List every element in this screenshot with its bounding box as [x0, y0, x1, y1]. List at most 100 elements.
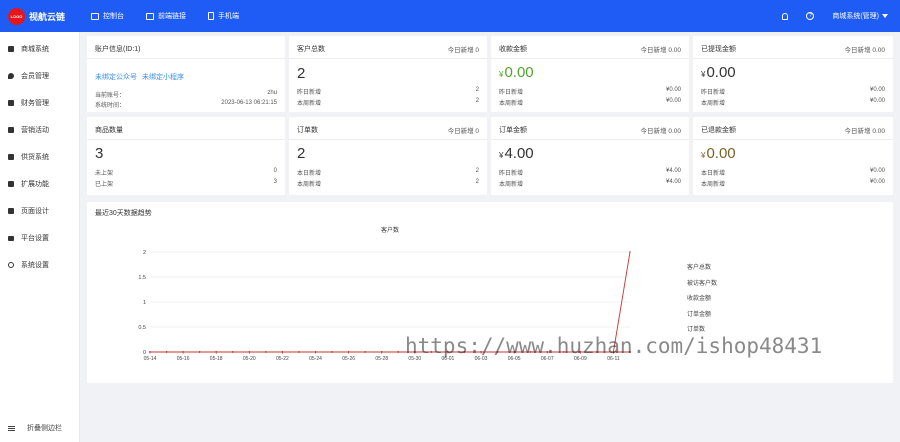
shop-icon: [8, 46, 14, 52]
sidebar-item-mall[interactable]: 商城系统: [8, 44, 49, 54]
bell-icon[interactable]: [782, 12, 789, 20]
card-title: 收款金额: [499, 46, 527, 53]
sidebar-item-supply[interactable]: 供货系统: [8, 152, 49, 162]
stat-card-orders: 订单数 今日新增 0 2 本日新增 2 本周新增 2: [289, 117, 487, 195]
sidebar-item-page-design[interactable]: 页面设计: [8, 206, 49, 216]
help-icon[interactable]: ?: [806, 12, 815, 20]
nav-label: 前端链接: [158, 13, 186, 20]
account-info-card: 账户信息(ID:1) 未绑定公众号 未绑定小程序 当前账号： zhu 系统时间： 20…: [87, 36, 285, 112]
sidebar-item-label: 营销活动: [21, 127, 49, 134]
binding-links: 未绑定公众号 未绑定小程序: [95, 72, 184, 82]
stat-card-refunded: 已退款金额 今日新增 0.00 ¥0.00 本日新增 ¥0.00 本周新增 ¥0.00: [693, 117, 893, 195]
sidebar-item-finance[interactable]: 财务管理: [8, 98, 49, 108]
legend-item[interactable]: 订单金额: [687, 308, 717, 324]
sidebar-item-label: 会员管理: [21, 73, 49, 80]
sidebar-item-label: 扩展功能: [21, 181, 49, 188]
stat-row: 本日新增 ¥0.00: [701, 168, 885, 177]
stat-row: 昨日新增 ¥4.00: [499, 168, 681, 177]
sidebar: 商城系统 会员管理 财务管理 营销活动 供货系统 扩展功能 页面设计 平台设置 …: [0, 32, 80, 442]
top-nav: 控制台 前端链接 手机端: [91, 11, 261, 21]
card-today: 今日新增 0.00: [640, 128, 681, 135]
logo-area[interactable]: LOGO 视航云链: [0, 7, 80, 25]
top-right-tools: ? 商城系统(管理): [782, 0, 888, 32]
stat-row: 本日新增 2: [297, 168, 479, 177]
card-title: 订单数: [297, 127, 318, 134]
monitor-icon: [8, 235, 14, 241]
stat-value: ¥0.00: [499, 64, 534, 81]
nav-label: 手机端: [218, 13, 239, 20]
card-title: 已提现金额: [701, 46, 736, 53]
card-today: 今日新增 0.00: [640, 47, 681, 54]
card-title: 已退款金额: [701, 127, 736, 134]
chart-section-title: 最近30天数据趋势: [95, 210, 152, 217]
card-title: 账户信息(ID:1): [95, 46, 141, 53]
stat-row: 本周新增 ¥4.00: [499, 179, 681, 188]
card-title: 商品数量: [95, 127, 123, 134]
nav-mobile[interactable]: 手机端: [208, 11, 239, 21]
stat-row: 本周新增 ¥0.00: [701, 98, 885, 107]
link-icon: [146, 12, 154, 20]
collapse-label: 折叠侧边栏: [27, 425, 62, 432]
card-today: 今日新增 0: [447, 47, 479, 54]
stat-row: 本周新增 ¥0.00: [499, 98, 681, 107]
logo-badge: LOGO: [8, 7, 25, 25]
stat-row: 未上架 0: [95, 168, 277, 177]
gift-icon: [8, 127, 14, 133]
stat-row: 本周新增 2: [297, 179, 479, 188]
sidebar-item-marketing[interactable]: 营销活动: [8, 125, 49, 135]
sidebar-item-label: 供货系统: [21, 154, 49, 161]
chevron-down-icon: [882, 14, 888, 19]
sidebar-item-label: 页面设计: [21, 208, 49, 215]
sidebar-item-label: 平台设置: [21, 235, 49, 242]
stat-row: 昨日新增 ¥0.00: [499, 87, 681, 96]
stat-card-withdrawn: 已提现金额 今日新增 0.00 ¥0.00 昨日新增 ¥0.00 本周新增 ¥0.00: [693, 36, 893, 112]
card-title: 客户总数: [297, 46, 325, 53]
sidebar-item-label: 财务管理: [21, 100, 49, 107]
bind-mini-program-link[interactable]: 未绑定小程序: [142, 74, 184, 81]
stat-row: 昨日新增 ¥0.00: [701, 87, 885, 96]
stat-card-products: 商品数量 3 未上架 0 已上架 3: [87, 117, 285, 195]
nav-dashboard[interactable]: 控制台: [91, 11, 124, 21]
sidebar-item-extensions[interactable]: 扩展功能: [8, 179, 49, 189]
stat-value: 2: [297, 145, 306, 162]
sidebar-item-members[interactable]: 会员管理: [8, 71, 49, 81]
member-icon: [8, 73, 14, 79]
account-name: 商城系统(管理): [832, 13, 879, 20]
watermark-text: https://www.huzhan.com/ishop48431: [405, 334, 823, 358]
layout-icon: [8, 208, 14, 214]
stat-row: 昨日新增 2: [297, 87, 479, 96]
stat-card-order-amount: 订单金额 今日新增 0.00 ¥4.00 昨日新增 ¥4.00 本周新增 ¥4.00: [491, 117, 689, 195]
collapse-sidebar-button[interactable]: 折叠侧边栏: [8, 423, 62, 433]
sidebar-item-system-settings[interactable]: 系统设置: [8, 260, 49, 270]
nav-frontend-link[interactable]: 前端链接: [146, 11, 186, 21]
legend-item[interactable]: 客户总数: [687, 261, 717, 277]
legend-item[interactable]: 收款金额: [687, 292, 717, 308]
nav-label: 控制台: [103, 13, 124, 20]
finance-icon: [8, 100, 14, 106]
stat-row: 本周新增 ¥0.00: [701, 179, 885, 188]
truck-icon: [8, 154, 14, 160]
card-title: 订单金额: [499, 127, 527, 134]
account-menu[interactable]: 商城系统(管理): [832, 11, 888, 21]
menu-icon: [8, 425, 15, 431]
system-time: 2023-06-13 06:21:15: [221, 100, 277, 106]
stat-row: 本周新增 2: [297, 98, 479, 107]
chart-legend: 客户总数 被访客户数 收款金额 订单金额 订单数: [687, 261, 717, 339]
stat-value: 3: [95, 145, 104, 162]
sidebar-item-label: 商城系统: [21, 46, 49, 53]
account-username: zhu: [267, 90, 277, 96]
stat-card-customers: 客户总数 今日新增 0 2 昨日新增 2 本周新增 2: [289, 36, 487, 112]
dashboard-icon: [91, 12, 99, 20]
stat-value: ¥0.00: [701, 145, 736, 162]
info-row: 系统时间： 2023-06-13 06:21:15: [95, 100, 277, 109]
card-today: 今日新增 0: [447, 128, 479, 135]
card-today: 今日新增 0.00: [844, 47, 885, 54]
card-header: 账户信息(ID:1): [87, 36, 285, 59]
sidebar-item-label: 系统设置: [21, 262, 49, 269]
stat-value: ¥0.00: [701, 64, 736, 81]
bind-official-account-link[interactable]: 未绑定公众号: [95, 74, 137, 81]
sidebar-item-platform-settings[interactable]: 平台设置: [8, 233, 49, 243]
card-today: 今日新增 0.00: [844, 128, 885, 135]
legend-item[interactable]: 被访客户数: [687, 277, 717, 293]
gear-icon: [8, 262, 14, 268]
